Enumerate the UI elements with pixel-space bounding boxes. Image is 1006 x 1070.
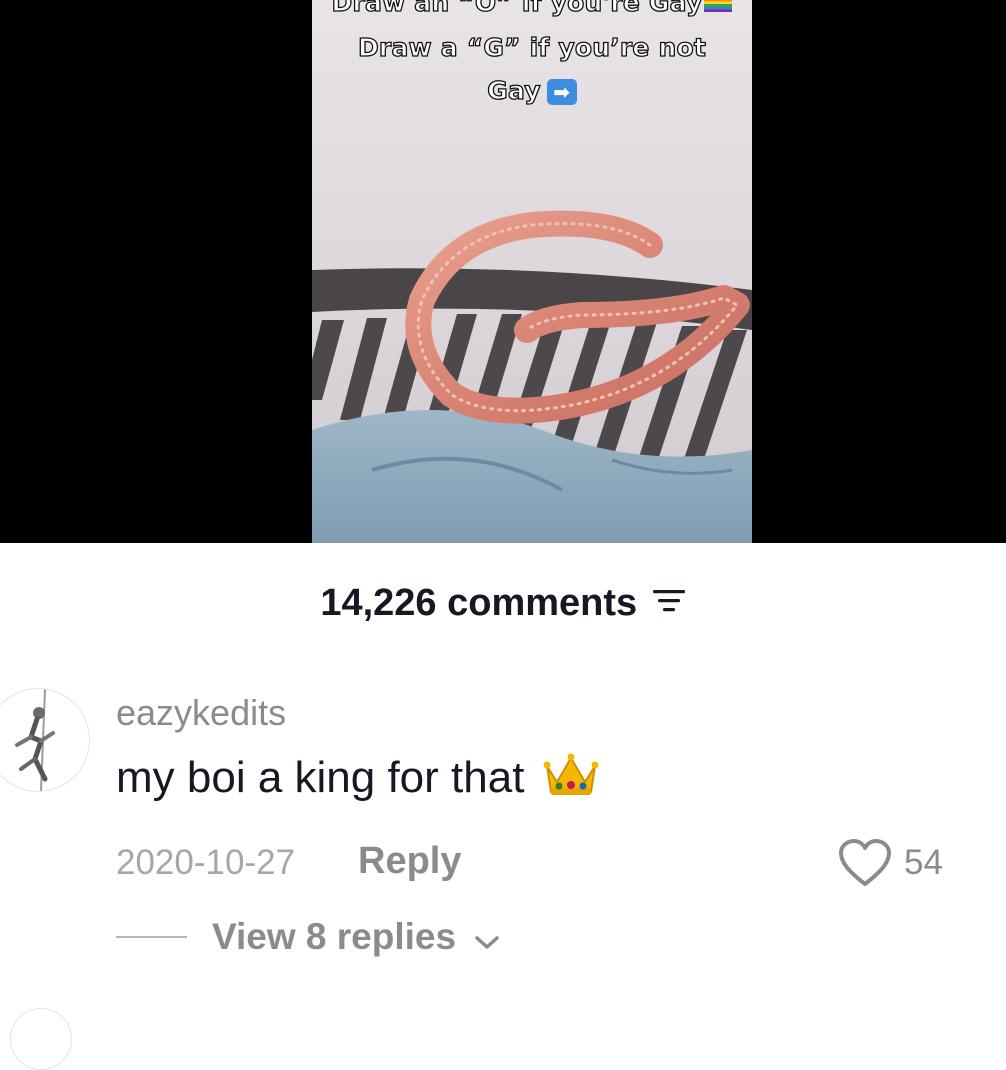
heart-icon[interactable]: [838, 838, 892, 893]
comment-body: my boi a king for that: [116, 753, 525, 803]
replies-divider: [116, 936, 187, 938]
avatar[interactable]: [0, 688, 90, 792]
comment-date: 2020-10-27: [116, 843, 296, 882]
crown-emoji-icon: [543, 752, 599, 809]
comments-count: 14,226 comments: [320, 582, 638, 624]
right-arrow-icon: ➡: [546, 79, 577, 105]
comments-header: 14,226 comments: [0, 582, 1006, 625]
caption-text: Gay: [487, 75, 542, 105]
video-caption-line-3: Gay ➡: [312, 75, 752, 106]
view-replies-label: View 8 replies: [212, 916, 457, 957]
reply-button[interactable]: Reply: [358, 840, 461, 883]
comment-username[interactable]: eazykedits: [116, 692, 286, 734]
video-player[interactable]: Draw an “O” if you're Gay Draw a “G” if …: [0, 0, 1006, 543]
comment-text: my boi a king for that: [116, 752, 599, 809]
video-frame[interactable]: Draw an “O” if you're Gay Draw a “G” if …: [312, 0, 752, 543]
filter-icon[interactable]: [652, 588, 686, 619]
view-replies-button[interactable]: View 8 replies: [212, 916, 500, 960]
rainbow-flag-icon: [704, 0, 733, 12]
video-caption-line-2: Draw a “G” if you’re not: [357, 32, 707, 62]
caption-text: Draw an “O” if you're Gay: [331, 0, 703, 18]
like-count: 54: [904, 843, 943, 882]
next-comment-avatar[interactable]: [10, 1008, 72, 1070]
video-caption-line-1: Draw an “O” if you're Gay: [312, 0, 752, 18]
chevron-down-icon: [474, 918, 500, 960]
